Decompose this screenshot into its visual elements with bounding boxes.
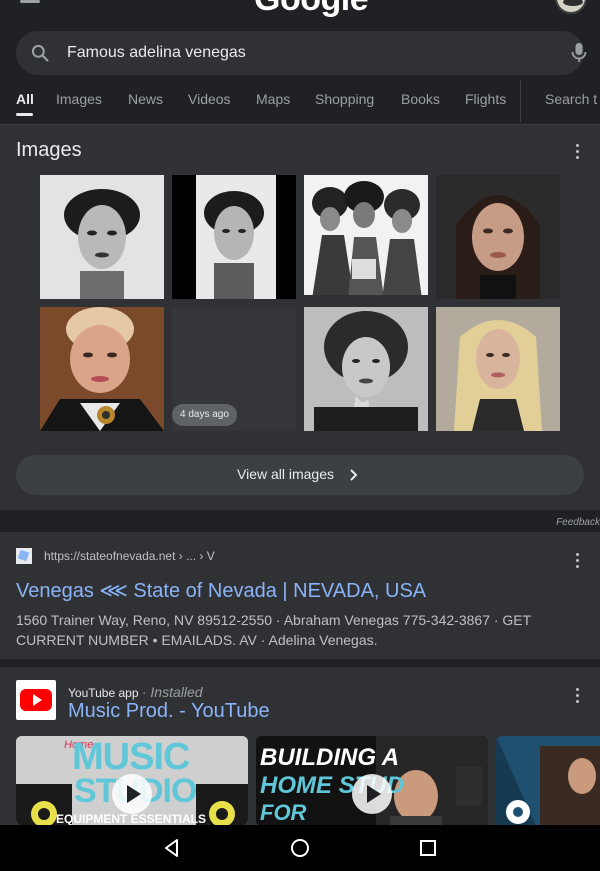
video-thumbnail-1[interactable]: Home MUSIC STUDIO EQUIPMENT ESSENTIALS <box>16 736 248 825</box>
tab-flights[interactable]: Flights <box>465 91 506 107</box>
tab-search-tools[interactable]: Search t <box>545 91 597 107</box>
portrait-image <box>436 307 560 431</box>
video-2-headline: BUILDING A <box>260 744 400 771</box>
back-triangle-icon[interactable] <box>161 837 183 859</box>
search-query-text[interactable]: Famous adelina venegas <box>67 44 246 62</box>
tab-books[interactable]: Books <box>401 91 440 107</box>
result-more-icon[interactable] <box>576 553 580 569</box>
images-section-title: Images <box>16 139 82 161</box>
youtube-source: YouTube app · Installed <box>68 684 203 700</box>
image-result-3[interactable] <box>304 175 428 295</box>
microphone-icon[interactable] <box>569 42 589 64</box>
google-logo[interactable]: Google <box>254 0 369 19</box>
images-section: Images 4 days ago View all images <box>0 125 600 510</box>
home-circle-icon[interactable] <box>289 837 311 859</box>
studio-thumbnail-art <box>496 736 600 825</box>
hamburger-menu-icon[interactable] <box>20 0 40 3</box>
play-icon[interactable] <box>112 774 152 814</box>
video-thumbnail-3[interactable] <box>496 736 600 825</box>
user-avatar-icon[interactable] <box>555 0 587 14</box>
portrait-image <box>436 175 560 299</box>
video-1-headline: MUSIC <box>72 736 190 778</box>
images-more-icon[interactable] <box>576 144 580 160</box>
date-badge: 4 days ago <box>172 404 237 426</box>
group-photo-image <box>304 175 428 295</box>
top-bar: Google <box>0 0 600 24</box>
site-favicon-icon <box>16 548 32 564</box>
image-result-4[interactable] <box>436 175 560 299</box>
tabs-divider <box>520 80 521 122</box>
view-all-images-button[interactable]: View all images <box>16 455 584 495</box>
youtube-result: YouTube app · Installed Music Prod. - Yo… <box>0 667 600 825</box>
result-title-link[interactable]: Venegas ⋘ State of Nevada | NEVADA, USA <box>16 578 426 603</box>
image-result-1[interactable] <box>40 175 164 299</box>
play-icon[interactable] <box>352 774 392 814</box>
recents-square-icon[interactable] <box>417 837 439 859</box>
result-snippet: 1560 Trainer Way, Reno, NV 89512-2550 · … <box>16 612 531 648</box>
feedback-bar: Feedback <box>0 510 600 532</box>
tab-maps[interactable]: Maps <box>256 91 290 107</box>
active-tab-indicator <box>16 113 33 116</box>
search-result: https://stateofnevada.net › ... › V Vene… <box>0 532 600 659</box>
portrait-image <box>172 175 296 299</box>
youtube-title-link[interactable]: Music Prod. - YouTube <box>68 700 270 723</box>
tab-images[interactable]: Images <box>56 91 102 107</box>
tab-news[interactable]: News <box>128 91 163 107</box>
video-thumbnail-2[interactable]: BUILDING A HOME STUD FOR <box>256 736 488 825</box>
image-result-7[interactable] <box>304 307 428 431</box>
chevron-right-icon <box>350 469 358 481</box>
youtube-more-icon[interactable] <box>576 688 580 704</box>
youtube-source-name: YouTube app <box>68 686 139 700</box>
android-nav-bar <box>0 825 600 871</box>
tab-shopping[interactable]: Shopping <box>315 91 374 107</box>
result-url[interactable]: https://stateofnevada.net › ... › V <box>44 549 215 563</box>
search-icon[interactable] <box>30 43 50 63</box>
portrait-image <box>40 175 164 299</box>
tab-all[interactable]: All <box>16 91 34 107</box>
video-2-caption: FOR <box>260 800 307 825</box>
tab-videos[interactable]: Videos <box>188 91 231 107</box>
view-all-images-label: View all images <box>237 466 335 482</box>
portrait-image <box>304 307 428 431</box>
search-tabs: All Images News Videos Maps Shopping Boo… <box>0 80 600 124</box>
installed-label: · Installed <box>141 684 203 700</box>
card-separator <box>0 659 600 667</box>
youtube-icon <box>16 680 56 720</box>
feedback-link[interactable]: Feedback <box>556 517 600 528</box>
image-result-5[interactable] <box>40 307 164 431</box>
image-result-2[interactable] <box>172 175 296 299</box>
search-box[interactable]: Famous adelina venegas <box>16 31 587 75</box>
portrait-image <box>40 307 164 431</box>
image-result-8[interactable] <box>436 307 560 431</box>
